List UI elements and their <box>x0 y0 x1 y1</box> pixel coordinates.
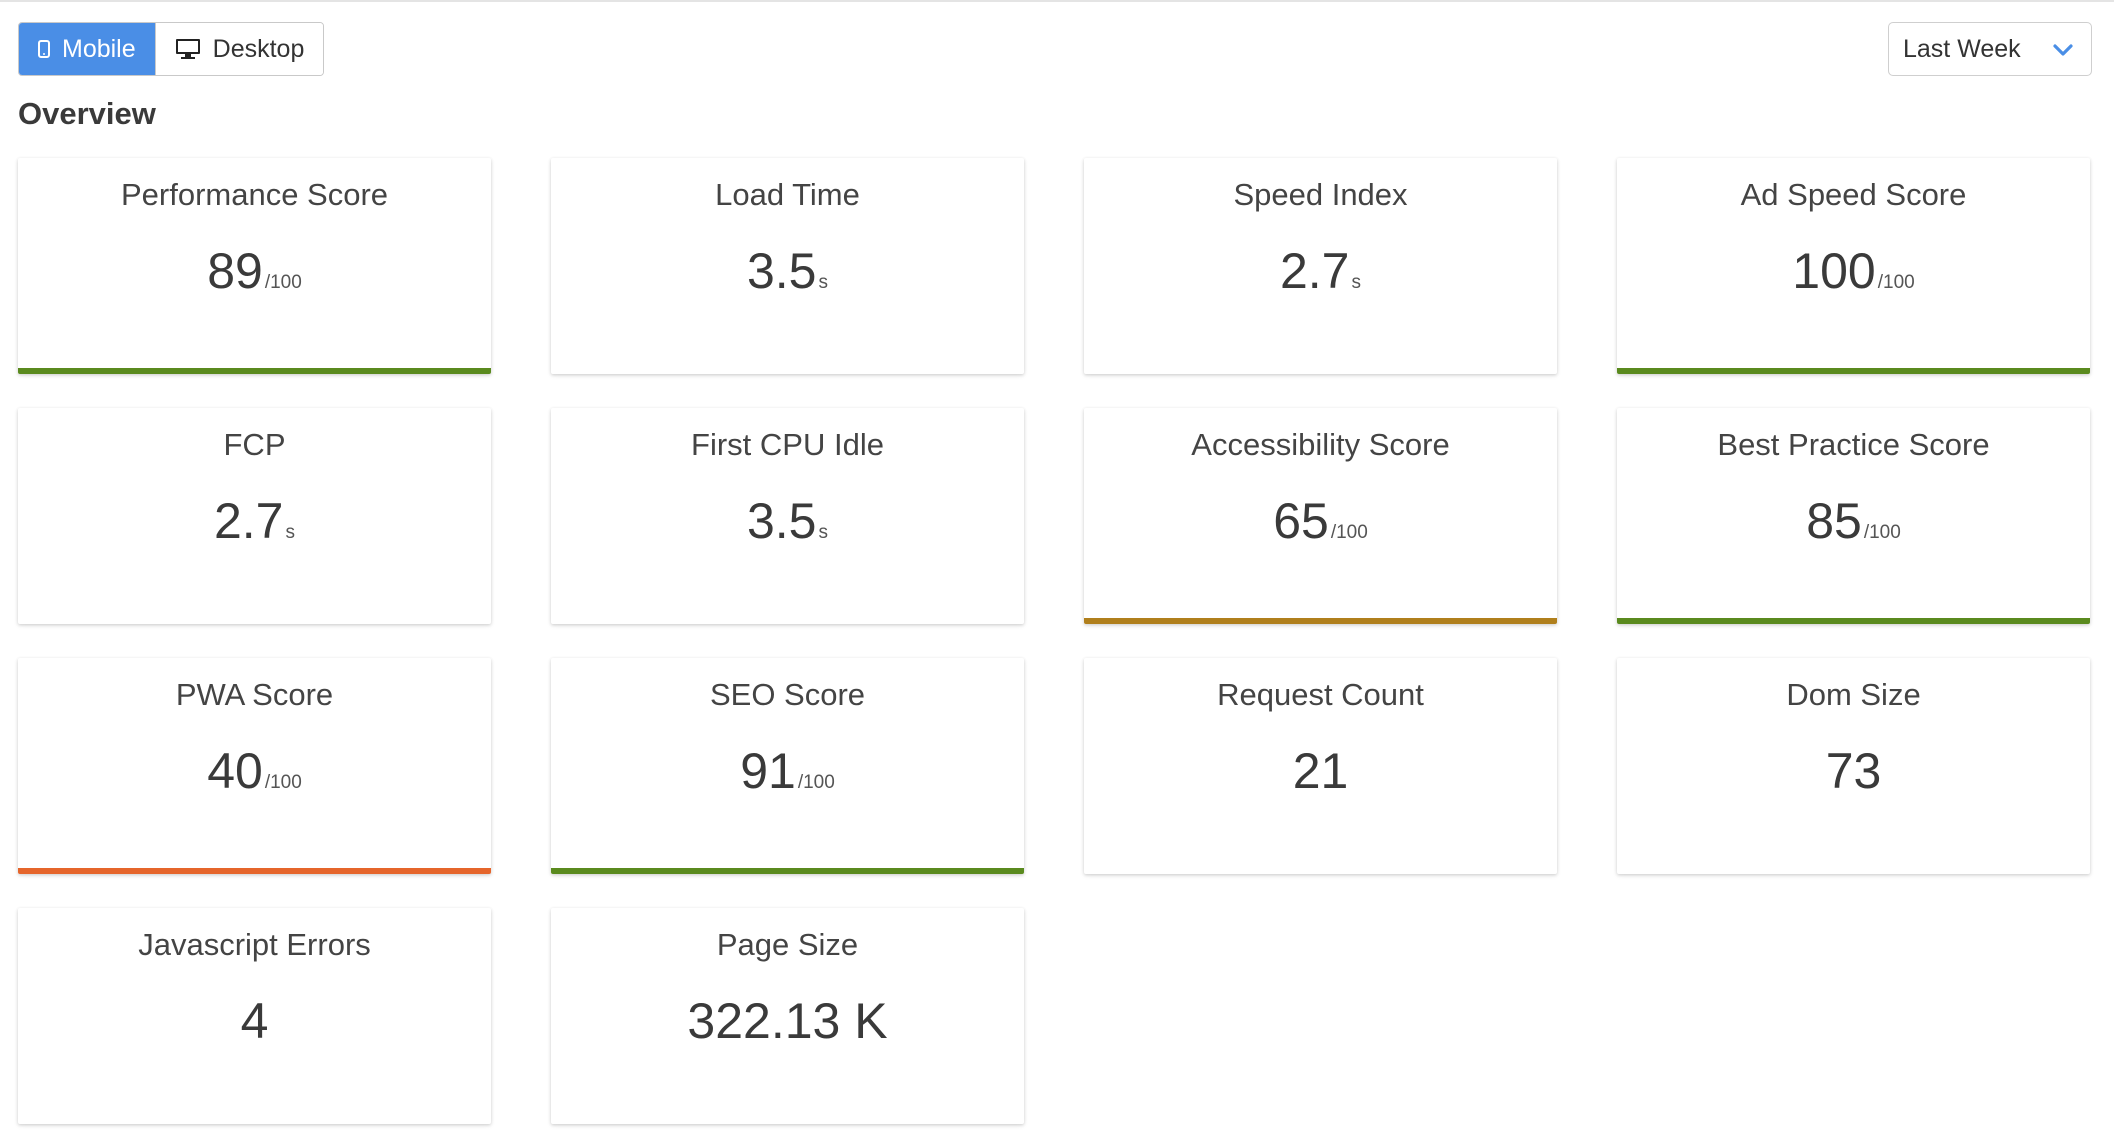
metric-number: 65 <box>1273 493 1329 549</box>
metric-card-accessibility-score: Accessibility Score 65/100 <box>1084 408 1557 624</box>
desktop-button-label: Desktop <box>212 34 305 63</box>
section-title: Overview <box>18 96 156 131</box>
metric-number: 89 <box>207 243 263 299</box>
metric-card-speed-index: Speed Index 2.7 s <box>1084 158 1557 374</box>
metric-unit: s <box>1351 272 1362 293</box>
metric-unit: /100 <box>264 272 302 293</box>
metric-label: FCP <box>223 427 286 462</box>
score-status-bar <box>551 868 1024 874</box>
metric-card-ad-speed-score: Ad Speed Score 100/100 <box>1617 158 2090 374</box>
metric-label: Accessibility Score <box>1191 427 1450 462</box>
metric-card-load-time: Load Time 3.5 s <box>551 158 1024 374</box>
metric-label: Javascript Errors <box>138 927 371 962</box>
metric-card-request-count: Request Count 21 <box>1084 658 1557 874</box>
score-status-bar <box>1617 618 2090 624</box>
metric-value: 322.13 K <box>551 996 1024 1046</box>
mobile-button[interactable]: Mobile <box>19 23 155 75</box>
metric-unit: /100 <box>1863 522 1901 543</box>
metric-unit: s <box>818 522 829 543</box>
metric-number: 91 <box>740 743 796 799</box>
desktop-button[interactable]: Desktop <box>154 23 324 75</box>
metric-card-fcp: FCP 2.7 s <box>18 408 491 624</box>
metric-unit: s <box>818 272 829 293</box>
metric-value: 21 <box>1084 746 1557 796</box>
metric-label: Speed Index <box>1233 177 1408 212</box>
metric-label: PWA Score <box>175 677 334 712</box>
metric-label: Dom Size <box>1786 677 1921 712</box>
metric-card-best-practice-score: Best Practice Score 85/100 <box>1617 408 2090 624</box>
metric-card-pwa-score: PWA Score 40/100 <box>18 658 491 874</box>
metric-value: 73 <box>1617 746 2090 796</box>
metric-number: 100 <box>1792 243 1876 299</box>
score-status-bar <box>1084 618 1557 624</box>
device-toggle: Mobile Desktop <box>18 22 325 76</box>
metric-number: 3.5 <box>746 493 817 549</box>
metric-unit: /100 <box>797 772 835 793</box>
metric-number: 21 <box>1292 743 1349 799</box>
metric-card-dom-size: Dom Size 73 <box>1617 658 2090 874</box>
metric-label: Request Count <box>1217 677 1424 712</box>
metric-value: 40/100 <box>18 746 491 796</box>
metric-value: 3.5 s <box>551 496 1024 546</box>
page: Mobile Desktop Last Week Overview Perfor… <box>0 0 2114 1146</box>
metric-value: 2.7 s <box>18 496 491 546</box>
metric-label: Ad Speed Score <box>1740 177 1967 212</box>
metric-unit: /100 <box>264 772 302 793</box>
metric-unit: s <box>285 522 296 543</box>
metric-card-javascript-errors: Javascript Errors 4 <box>18 908 491 1124</box>
metrics-grid: Performance Score 89/100 Load Time 3.5 s Spee… <box>18 158 2090 1124</box>
metric-value: 91/100 <box>551 746 1024 796</box>
metric-number: 73 <box>1825 743 1882 799</box>
metric-card-performance-score: Performance Score 89/100 <box>18 158 491 374</box>
metric-unit: /100 <box>1877 272 1915 293</box>
metric-number: 85 <box>1806 493 1862 549</box>
metric-number: 3.5 <box>746 243 817 299</box>
mobile-phone-icon <box>38 40 50 58</box>
mobile-button-label: Mobile <box>62 34 136 63</box>
metric-label: Best Practice Score <box>1717 427 1990 462</box>
metric-label: First CPU Idle <box>691 427 884 462</box>
score-status-bar <box>1617 368 2090 374</box>
metric-card-page-size: Page Size 322.13 K <box>551 908 1024 1124</box>
date-range-select[interactable]: Last Week <box>1888 22 2092 76</box>
metric-value: 85/100 <box>1617 496 2090 546</box>
metric-card-seo-score: SEO Score 91/100 <box>551 658 1024 874</box>
metric-value: 89/100 <box>18 246 491 296</box>
metric-label: SEO Score <box>709 677 866 712</box>
metric-card-first-cpu-idle: First CPU Idle 3.5 s <box>551 408 1024 624</box>
metric-number: 322.13 K <box>687 993 888 1049</box>
metric-number: 2.7 <box>213 493 284 549</box>
desktop-monitor-icon <box>175 38 201 60</box>
metric-value: 3.5 s <box>551 246 1024 296</box>
metric-label: Performance Score <box>120 177 389 212</box>
score-status-bar <box>18 368 491 374</box>
metric-label: Load Time <box>715 177 860 212</box>
date-range-value: Last Week <box>1903 34 2021 63</box>
chevron-down-icon <box>2053 35 2073 64</box>
metric-number: 2.7 <box>1279 243 1350 299</box>
metric-unit: /100 <box>1330 522 1368 543</box>
metric-value: 4 <box>18 996 491 1046</box>
score-status-bar <box>18 868 491 874</box>
metric-number: 4 <box>240 993 269 1049</box>
metric-value: 65/100 <box>1084 496 1557 546</box>
metric-number: 40 <box>207 743 263 799</box>
metric-label: Page Size <box>716 927 859 962</box>
metric-value: 100/100 <box>1617 246 2090 296</box>
metric-value: 2.7 s <box>1084 246 1557 296</box>
top-divider <box>0 0 2114 2</box>
